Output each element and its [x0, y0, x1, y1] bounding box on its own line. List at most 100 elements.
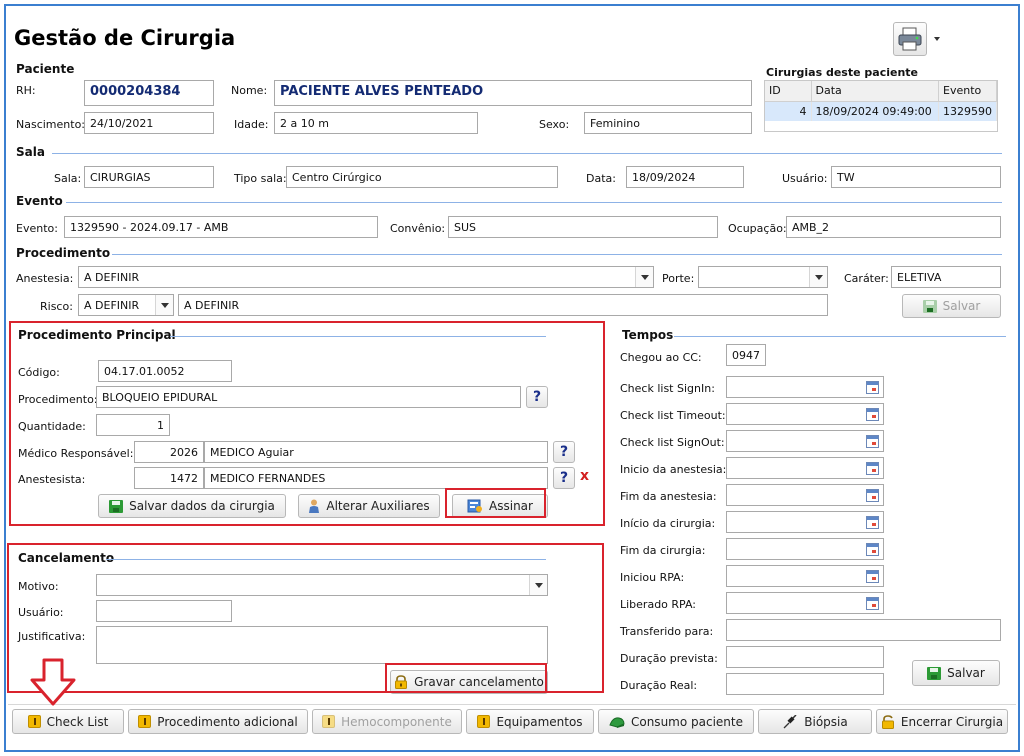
alterar-auxiliares-button[interactable]: Alterar Auxiliares — [298, 494, 440, 518]
convenio-field[interactable]: SUS — [448, 216, 718, 238]
encerrar-cirurgia-button[interactable]: Encerrar Cirurgia — [876, 709, 1008, 734]
data-field[interactable]: 18/09/2024 — [626, 166, 744, 188]
calendar-icon[interactable] — [866, 570, 879, 583]
anestesista-help-button[interactable]: ? — [553, 467, 575, 489]
risco-description-field[interactable]: A DEFINIR — [178, 294, 828, 316]
equipamentos-button[interactable]: Equipamentos — [466, 709, 594, 734]
table-row[interactable]: 4 18/09/2024 09:49:00 1329590 — [765, 101, 997, 121]
cancel-usuario-field[interactable] — [96, 600, 232, 622]
medico-label: Médico Responsável: — [18, 447, 134, 460]
section-cancelamento: Cancelamento — [18, 551, 115, 565]
motivo-select[interactable] — [96, 574, 548, 596]
calendar-icon[interactable] — [866, 516, 879, 529]
calendar-icon[interactable] — [866, 408, 879, 421]
risco-select[interactable]: A DEFINIR — [78, 294, 174, 316]
medico-nome-field[interactable]: MEDICO Aguiar — [204, 441, 548, 463]
timeout-field[interactable] — [726, 403, 884, 425]
porte-select[interactable] — [698, 266, 828, 288]
rh-field[interactable]: 0000204384 — [84, 80, 214, 106]
justificativa-textarea[interactable] — [96, 626, 548, 664]
ocupacao-label: Ocupação: — [728, 222, 787, 235]
anestesista-nome-field[interactable]: MEDICO FERNANDES — [204, 467, 548, 489]
cell-evento: 1329590 — [938, 101, 997, 121]
cirurgias-table: ID Data Evento 4 18/09/2024 09:49:00 132… — [764, 80, 998, 132]
anestesista-id-field[interactable]: 1472 — [134, 467, 204, 489]
printer-icon — [898, 27, 922, 51]
inicio-cirurgia-field[interactable] — [726, 511, 884, 533]
cancel-usuario-label: Usuário: — [18, 606, 64, 619]
procedimento-adicional-button[interactable]: Procedimento adicional — [128, 709, 308, 734]
quantidade-field[interactable]: 1 — [96, 414, 170, 436]
data-label: Data: — [586, 172, 616, 185]
document-sign-icon — [467, 499, 483, 513]
sexo-field[interactable]: Feminino — [584, 112, 752, 134]
procedimento-field[interactable]: BLOQUEIO EPIDURAL — [96, 386, 521, 408]
procedimento-help-button[interactable]: ? — [526, 386, 548, 408]
quantidade-label: Quantidade: — [18, 420, 86, 433]
sala-field[interactable]: CIRURGIAS — [84, 166, 214, 188]
anestesia-select[interactable]: A DEFINIR — [78, 266, 654, 288]
calendar-icon[interactable] — [866, 597, 879, 610]
codigo-field[interactable]: 04.17.01.0052 — [98, 360, 232, 382]
calendar-icon[interactable] — [866, 435, 879, 448]
liberado-rpa-field[interactable] — [726, 592, 884, 614]
ocupacao-field[interactable]: AMB_2 — [786, 216, 1001, 238]
usuario-field[interactable]: TW — [831, 166, 1001, 188]
signout-field[interactable] — [726, 430, 884, 452]
hemocomponente-button[interactable]: Hemocomponente — [312, 709, 462, 734]
calendar-icon[interactable] — [866, 462, 879, 475]
print-button[interactable] — [893, 22, 927, 56]
procedimento-salvar-button[interactable]: Salvar — [902, 294, 1001, 318]
salvar-dados-cirurgia-button[interactable]: Salvar dados da cirurgia — [98, 494, 286, 518]
window-frame: Gestão de Cirurgia Paciente RH: 00002043… — [4, 4, 1020, 752]
biopsia-button[interactable]: Biópsia — [758, 709, 872, 734]
evento-field[interactable]: 1329590 - 2024.09.17 - AMB — [64, 216, 378, 238]
fim-anestesia-field[interactable] — [726, 484, 884, 506]
duracao-real-field[interactable] — [726, 673, 884, 695]
calendar-icon[interactable] — [866, 381, 879, 394]
tempos-salvar-button[interactable]: Salvar — [912, 660, 1000, 686]
cell-id: 4 — [765, 101, 812, 121]
tipo-sala-label: Tipo sala: — [234, 172, 287, 185]
transferido-field[interactable] — [726, 619, 1001, 641]
col-data[interactable]: Data — [811, 81, 939, 102]
carater-label: Caráter: — [844, 272, 889, 285]
fim-cirurgia-field[interactable] — [726, 538, 884, 560]
medico-id-field[interactable]: 2026 — [134, 441, 204, 463]
calendar-icon[interactable] — [866, 489, 879, 502]
timeout-label: Check list Timeout: — [620, 409, 726, 422]
rh-label: RH: — [16, 84, 36, 97]
divider — [674, 336, 1006, 337]
page-title: Gestão de Cirurgia — [14, 26, 236, 50]
assinar-button[interactable]: Assinar — [452, 494, 548, 518]
calendar-icon[interactable] — [866, 543, 879, 556]
warning-icon — [27, 715, 41, 728]
divider — [112, 254, 1002, 255]
risco-value: A DEFINIR — [84, 299, 140, 312]
duracao-prevista-field[interactable] — [726, 646, 884, 668]
nascimento-field[interactable]: 24/10/2021 — [84, 112, 214, 134]
remove-anestesista-icon[interactable]: x — [580, 468, 589, 484]
iniciou-rpa-label: Iniciou RPA: — [620, 571, 685, 584]
tipo-sala-field[interactable]: Centro Cirúrgico — [286, 166, 558, 188]
chegou-cc-field[interactable]: 0947 — [726, 344, 766, 366]
nome-field[interactable]: PACIENTE ALVES PENTEADO — [274, 80, 752, 106]
consumo-paciente-button[interactable]: Consumo paciente — [598, 709, 754, 734]
warning-icon — [322, 715, 336, 728]
inicio-anestesia-label: Inicio da anestesia: — [620, 463, 727, 476]
medico-help-button[interactable]: ? — [553, 441, 575, 463]
btn-label: Check List — [46, 714, 109, 729]
carater-field[interactable]: ELETIVA — [891, 266, 1001, 288]
col-id[interactable]: ID — [765, 81, 812, 102]
print-dropdown-arrow[interactable] — [930, 22, 944, 56]
idade-field[interactable]: 2 a 10 m — [274, 112, 478, 134]
col-evento[interactable]: Evento — [938, 81, 997, 102]
gravar-cancelamento-button[interactable]: Gravar cancelamento — [390, 670, 548, 694]
liberado-rpa-label: Liberado RPA: — [620, 598, 697, 611]
check-list-button[interactable]: Check List — [12, 709, 124, 734]
anestesia-value: A DEFINIR — [84, 271, 140, 284]
iniciou-rpa-field[interactable] — [726, 565, 884, 587]
btn-label: Consumo paciente — [630, 714, 743, 729]
inicio-anestesia-field[interactable] — [726, 457, 884, 479]
signin-field[interactable] — [726, 376, 884, 398]
